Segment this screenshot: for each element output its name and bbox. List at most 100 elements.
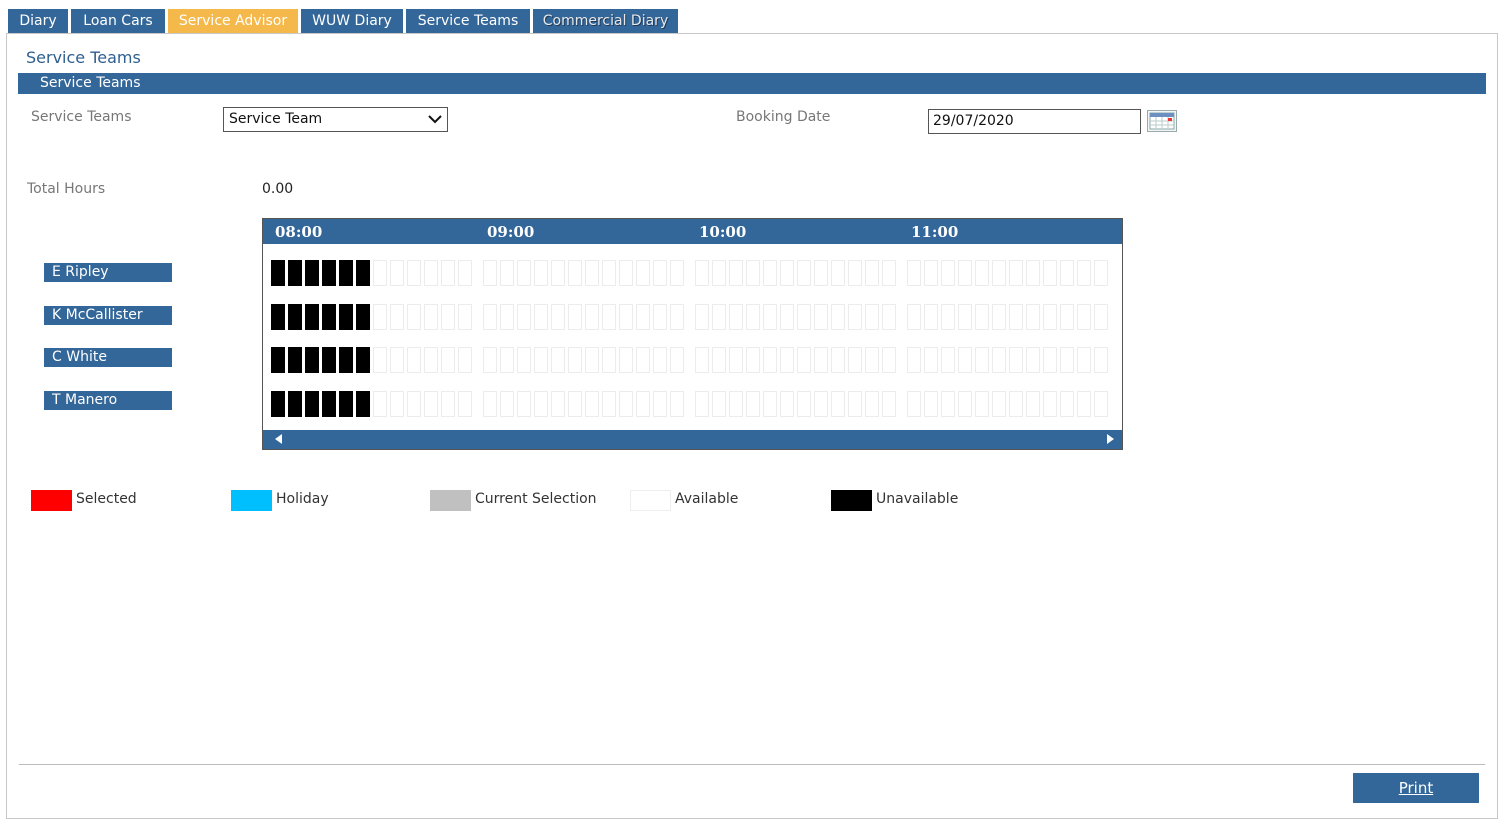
time-slot[interactable] (975, 304, 989, 330)
time-slot[interactable] (907, 260, 921, 286)
time-slot[interactable] (424, 347, 438, 373)
time-slot[interactable] (568, 391, 582, 417)
time-slot[interactable] (322, 260, 336, 286)
time-slot[interactable] (695, 391, 709, 417)
time-slot[interactable] (670, 304, 684, 330)
technician-name[interactable]: T Manero (44, 391, 172, 410)
time-slot[interactable] (695, 304, 709, 330)
time-slot[interactable] (424, 260, 438, 286)
time-slot[interactable] (458, 260, 472, 286)
time-slot[interactable] (441, 260, 455, 286)
time-slot[interactable] (865, 304, 879, 330)
print-button[interactable]: Print (1353, 773, 1479, 803)
time-slot[interactable] (1094, 260, 1108, 286)
time-slot[interactable] (882, 347, 896, 373)
time-slot[interactable] (746, 391, 760, 417)
tab-service-advisor[interactable]: Service Advisor (168, 9, 298, 34)
time-slot[interactable] (1060, 347, 1074, 373)
time-slot[interactable] (551, 347, 565, 373)
time-slot[interactable] (602, 391, 616, 417)
time-slot[interactable] (339, 391, 353, 417)
time-slot[interactable] (551, 304, 565, 330)
time-slot[interactable] (882, 304, 896, 330)
scroll-right-icon[interactable] (1107, 434, 1114, 444)
tab-diary[interactable]: Diary (8, 9, 68, 34)
time-slot[interactable] (551, 391, 565, 417)
time-slot[interactable] (882, 260, 896, 286)
time-slot[interactable] (712, 304, 726, 330)
time-slot[interactable] (814, 347, 828, 373)
time-slot[interactable] (831, 347, 845, 373)
time-slot[interactable] (924, 347, 938, 373)
time-slot[interactable] (271, 347, 285, 373)
time-slot[interactable] (585, 391, 599, 417)
time-slot[interactable] (907, 347, 921, 373)
time-slot[interactable] (458, 304, 472, 330)
time-slot[interactable] (729, 304, 743, 330)
time-slot[interactable] (1009, 391, 1023, 417)
time-slot[interactable] (271, 260, 285, 286)
time-slot[interactable] (1043, 347, 1057, 373)
time-slot[interactable] (941, 347, 955, 373)
time-slot[interactable] (712, 391, 726, 417)
time-slot[interactable] (797, 391, 811, 417)
time-slot[interactable] (534, 391, 548, 417)
time-slot[interactable] (653, 391, 667, 417)
time-slot[interactable] (670, 391, 684, 417)
time-slot[interactable] (1094, 304, 1108, 330)
time-slot[interactable] (322, 391, 336, 417)
time-slot[interactable] (534, 260, 548, 286)
time-slot[interactable] (500, 347, 514, 373)
time-slot[interactable] (390, 260, 404, 286)
time-slot[interactable] (746, 347, 760, 373)
time-slot[interactable] (441, 347, 455, 373)
time-slot[interactable] (619, 260, 633, 286)
time-slot[interactable] (390, 304, 404, 330)
time-slot[interactable] (619, 304, 633, 330)
time-slot[interactable] (1026, 347, 1040, 373)
time-slot[interactable] (831, 304, 845, 330)
time-slot[interactable] (653, 347, 667, 373)
time-slot[interactable] (1060, 260, 1074, 286)
booking-date-input[interactable]: 29/07/2020 (928, 109, 1141, 134)
time-slot[interactable] (1043, 304, 1057, 330)
time-slot[interactable] (356, 260, 370, 286)
time-slot[interactable] (670, 347, 684, 373)
time-slot[interactable] (797, 347, 811, 373)
time-slot[interactable] (763, 260, 777, 286)
time-slot[interactable] (831, 260, 845, 286)
time-slot[interactable] (763, 304, 777, 330)
time-slot[interactable] (585, 304, 599, 330)
time-slot[interactable] (568, 260, 582, 286)
time-slot[interactable] (797, 260, 811, 286)
time-slot[interactable] (695, 260, 709, 286)
time-slot[interactable] (517, 391, 531, 417)
time-slot[interactable] (1009, 347, 1023, 373)
time-slot[interactable] (305, 260, 319, 286)
time-slot[interactable] (568, 347, 582, 373)
time-slot[interactable] (1026, 391, 1040, 417)
time-slot[interactable] (636, 391, 650, 417)
time-slot[interactable] (746, 260, 760, 286)
time-slot[interactable] (992, 347, 1006, 373)
time-slot[interactable] (958, 260, 972, 286)
time-slot[interactable] (865, 260, 879, 286)
grid-scrollbar[interactable] (263, 430, 1122, 449)
time-slot[interactable] (695, 347, 709, 373)
time-slot[interactable] (288, 260, 302, 286)
time-slot[interactable] (712, 260, 726, 286)
time-slot[interactable] (653, 304, 667, 330)
time-slot[interactable] (339, 260, 353, 286)
time-slot[interactable] (958, 347, 972, 373)
time-slot[interactable] (814, 391, 828, 417)
time-slot[interactable] (924, 391, 938, 417)
time-slot[interactable] (865, 347, 879, 373)
time-slot[interactable] (1094, 391, 1108, 417)
time-slot[interactable] (1060, 304, 1074, 330)
time-slot[interactable] (407, 304, 421, 330)
time-slot[interactable] (865, 391, 879, 417)
time-slot[interactable] (1077, 347, 1091, 373)
time-slot[interactable] (568, 304, 582, 330)
time-slot[interactable] (458, 391, 472, 417)
time-slot[interactable] (500, 260, 514, 286)
